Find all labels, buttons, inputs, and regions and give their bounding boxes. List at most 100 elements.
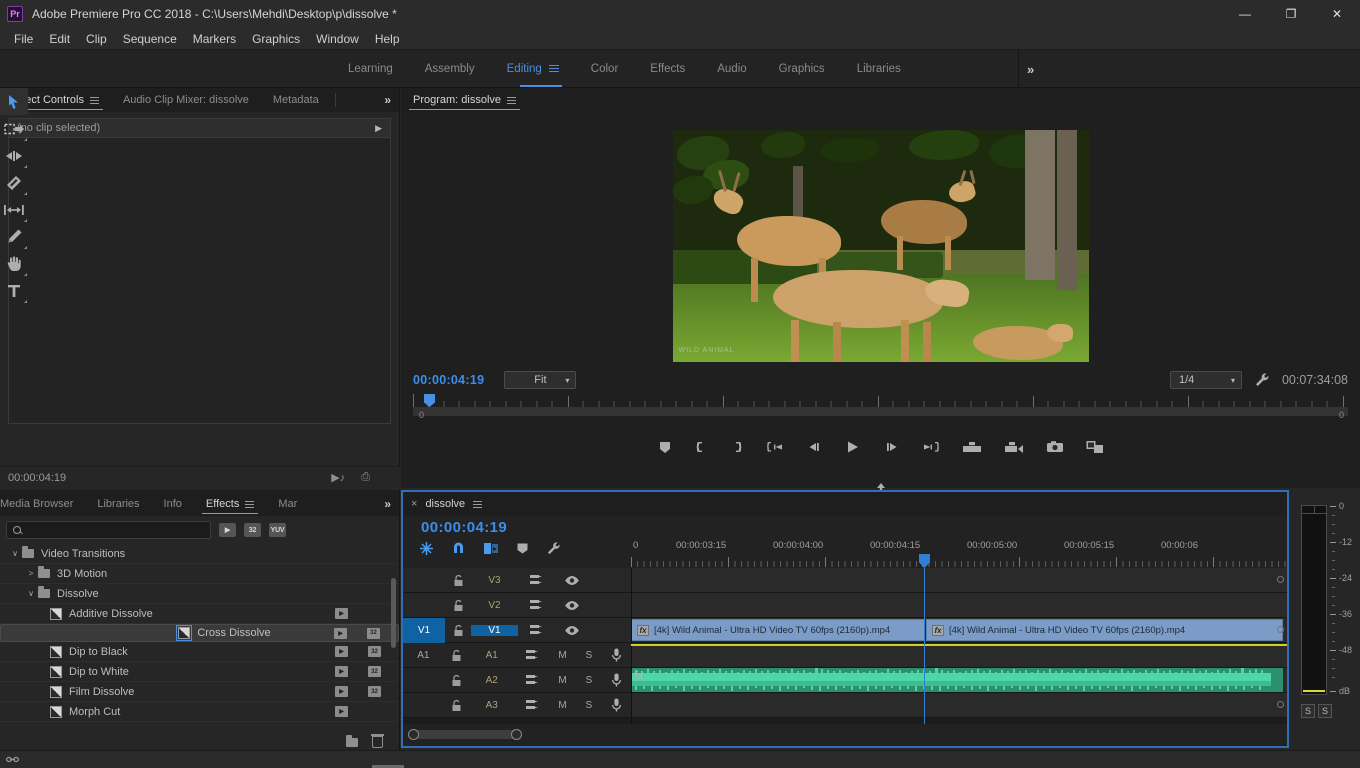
play-audio-icon[interactable]: ▶♪	[331, 471, 345, 484]
go-to-in-icon[interactable]	[766, 440, 784, 454]
menu-markers[interactable]: Markers	[185, 30, 244, 48]
menu-file[interactable]: File	[6, 30, 41, 48]
close-sequence-icon[interactable]: ×	[411, 498, 417, 510]
mark-out-icon[interactable]	[730, 440, 744, 454]
panel-menu-icon[interactable]	[89, 96, 99, 104]
timeline-clip[interactable]: fx [4k] Wild Animal - Ultra HD Video TV …	[926, 619, 1283, 641]
workspace-color[interactable]: Color	[575, 50, 634, 88]
hand-tool[interactable]	[0, 250, 28, 277]
track-voiceover-a3[interactable]	[602, 698, 631, 712]
timeline-horizontal-scrollbar[interactable]	[408, 729, 522, 740]
program-monitor-work-area[interactable]	[413, 407, 1348, 416]
timeline-clip[interactable]: fx [4k] Wild Animal - Ultra HD Video TV …	[631, 619, 925, 641]
twisty-icon[interactable]: ∨	[8, 549, 22, 558]
workspace-learning[interactable]: Learning	[332, 50, 409, 88]
new-custom-bin-icon[interactable]	[346, 734, 358, 747]
timeline-playhead-timecode[interactable]: 00:00:04:19	[421, 519, 507, 536]
track-target-a3[interactable]	[403, 693, 444, 718]
panel-menu-icon[interactable]	[507, 96, 517, 104]
export-frame-icon[interactable]	[1046, 440, 1064, 454]
twisty-icon[interactable]: ∨	[24, 589, 38, 598]
minimize-button[interactable]: —	[1222, 0, 1268, 28]
zoom-level-select[interactable]: Fit ▾	[504, 371, 577, 389]
track-v1[interactable]: V1 V1 fx [4k] Wild Animal - Ultra HD Vid…	[403, 617, 1287, 643]
track-solo-a3[interactable]: S	[576, 700, 602, 711]
track-a1[interactable]: A1 A1 M S	[403, 643, 1287, 668]
track-lane-v3[interactable]	[631, 568, 1287, 592]
audio-meter-clip-indicators[interactable]	[1301, 505, 1327, 514]
track-sync-lock-v1[interactable]	[518, 624, 554, 636]
track-a2[interactable]: A2 M S fx	[403, 668, 1287, 693]
tree-row-morph-cut[interactable]: Morph Cut ▶	[0, 702, 399, 722]
track-name-a1[interactable]: A1	[469, 650, 515, 661]
settings-wrench-icon[interactable]	[1254, 372, 1270, 388]
track-lock-a2[interactable]	[444, 674, 469, 687]
tree-row-film-dissolve[interactable]: Film Dissolve ▶ 32	[0, 682, 399, 702]
track-lock-v1[interactable]	[445, 624, 471, 637]
meter-solo-left[interactable]: S	[1301, 704, 1315, 718]
workspace-menu-icon[interactable]	[548, 65, 559, 72]
play-stop-icon[interactable]	[844, 439, 862, 455]
track-target-v3[interactable]	[403, 568, 445, 593]
track-name-v3[interactable]: V3	[471, 575, 518, 586]
track-select-forward-tool[interactable]	[0, 115, 28, 142]
ripple-edit-tool[interactable]	[0, 142, 28, 169]
track-solo-a1[interactable]: S	[576, 650, 602, 661]
maximize-button[interactable]: ❐	[1268, 0, 1314, 28]
track-name-v2[interactable]: V2	[471, 600, 518, 611]
workspace-graphics[interactable]: Graphics	[763, 50, 841, 88]
type-tool[interactable]	[0, 277, 28, 304]
tree-row-cross-dissolve[interactable]: Cross Dissolve ▶ 32	[0, 624, 399, 642]
menu-graphics[interactable]: Graphics	[244, 30, 308, 48]
workspace-assembly[interactable]: Assembly	[409, 50, 491, 88]
scrollbar-right-nub[interactable]	[511, 729, 522, 740]
track-lane-v1[interactable]: fx [4k] Wild Animal - Ultra HD Video TV …	[631, 618, 1287, 642]
panel-menu-icon[interactable]	[473, 500, 483, 508]
track-name-v1[interactable]: V1	[471, 624, 518, 636]
program-monitor-playhead-timecode[interactable]: 00:00:04:19	[413, 373, 484, 387]
add-marker-icon[interactable]	[658, 440, 672, 454]
workspace-editing[interactable]: Editing	[491, 50, 575, 88]
effect-controls-overflow-icon[interactable]: »	[376, 88, 399, 112]
audio-meter-channels[interactable]	[1301, 505, 1327, 695]
step-back-icon[interactable]	[806, 440, 822, 454]
search-input-wrap[interactable]	[6, 521, 211, 539]
tree-row-additive-dissolve[interactable]: Additive Dissolve ▶	[0, 604, 399, 624]
track-sync-lock-v3[interactable]	[518, 574, 554, 586]
menu-edit[interactable]: Edit	[41, 30, 78, 48]
workspace-effects[interactable]: Effects	[634, 50, 701, 88]
delete-custom-item-icon[interactable]	[371, 734, 384, 748]
track-lane-a3[interactable]	[631, 693, 1287, 717]
track-sync-lock-a3[interactable]	[515, 699, 550, 711]
render-bar[interactable]	[631, 644, 1287, 646]
track-visibility-v1[interactable]	[554, 625, 590, 636]
twisty-icon[interactable]: >	[24, 569, 38, 578]
loop-playback-icon[interactable]: ⎙	[361, 471, 370, 484]
tab-markers[interactable]: Mar	[266, 492, 309, 516]
yuv-badge-icon[interactable]: YUV	[269, 523, 286, 537]
razor-tool[interactable]	[0, 169, 28, 196]
timeline-ruler[interactable]: 0 00:00:03:15 00:00:04:00 00:00:04:15 00…	[631, 540, 1287, 568]
step-forward-icon[interactable]	[884, 440, 900, 454]
sequence-tab-label[interactable]: dissolve	[425, 498, 465, 510]
track-name-a3[interactable]: A3	[469, 700, 515, 711]
tab-info[interactable]: Info	[152, 492, 194, 516]
add-marker-icon[interactable]	[516, 542, 529, 555]
effects-panel-overflow-icon[interactable]: »	[376, 492, 399, 516]
workspace-libraries[interactable]: Libraries	[841, 50, 917, 88]
scrollbar-left-nub[interactable]	[408, 729, 419, 740]
track-target-v2[interactable]	[403, 593, 445, 618]
32-bit-color-badge-icon[interactable]: 32	[244, 523, 261, 537]
chevron-right-icon[interactable]: ▶	[375, 123, 382, 134]
linked-selection-icon[interactable]	[483, 541, 499, 556]
track-v3[interactable]: V3	[403, 568, 1287, 593]
comparison-view-icon[interactable]	[1086, 440, 1104, 454]
track-mute-a3[interactable]: M	[549, 700, 575, 711]
track-lane-a1[interactable]	[631, 643, 1287, 667]
track-solo-a2[interactable]: S	[576, 675, 602, 686]
menu-sequence[interactable]: Sequence	[115, 30, 185, 48]
tree-row-3d-motion[interactable]: > 3D Motion	[0, 564, 399, 584]
workspace-audio[interactable]: Audio	[701, 50, 762, 88]
tab-libraries[interactable]: Libraries	[85, 492, 151, 516]
tree-row-dip-to-black[interactable]: Dip to Black ▶ 32	[0, 642, 399, 662]
